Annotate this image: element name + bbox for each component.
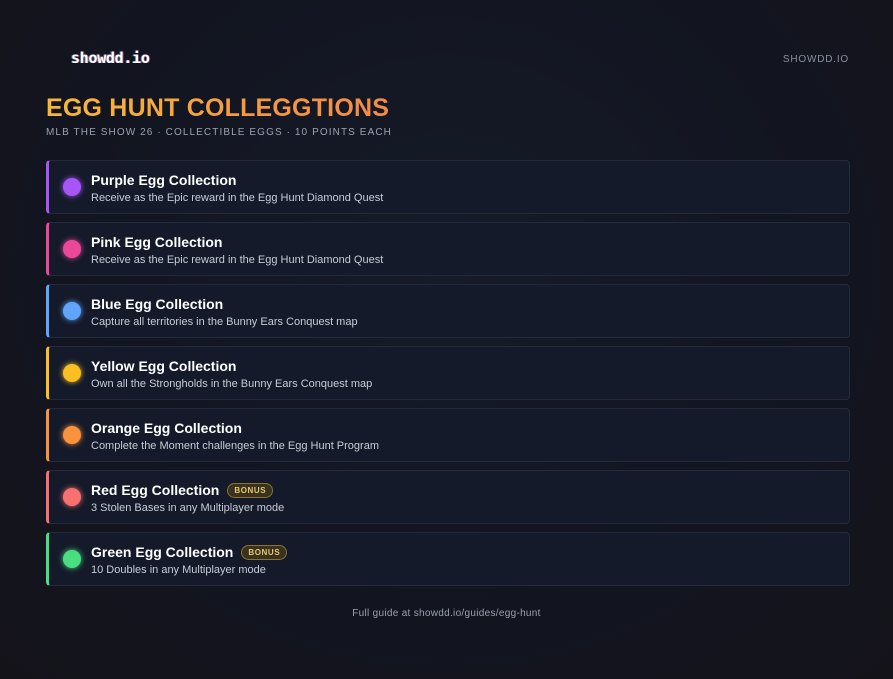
collection-title: Red Egg Collection BONUS xyxy=(91,482,274,498)
collection-card-purple: Purple Egg Collection Receive as the Epi… xyxy=(46,160,850,214)
collection-description: Complete the Moment challenges in the Eg… xyxy=(91,440,379,452)
logo[interactable]: showdd.io xyxy=(71,49,150,67)
collection-title: Yellow Egg Collection xyxy=(91,358,236,374)
collection-description: Capture all territories in the Bunny Ear… xyxy=(91,316,358,328)
collection-description: 10 Doubles in any Multiplayer mode xyxy=(91,564,266,576)
red-egg-icon xyxy=(63,488,81,506)
orange-egg-icon xyxy=(63,426,81,444)
page-title: EGG HUNT COLLEGGTIONS xyxy=(46,94,390,122)
footer-guide-link[interactable]: Full guide at showdd.io/guides/egg-hunt xyxy=(0,608,893,619)
collection-title-text: Red Egg Collection xyxy=(91,482,220,498)
site-label[interactable]: SHOWDD.IO xyxy=(783,54,849,65)
purple-egg-icon xyxy=(63,178,81,196)
collection-card-orange: Orange Egg Collection Complete the Momen… xyxy=(46,408,850,462)
blue-egg-icon xyxy=(63,302,81,320)
collection-description: 3 Stolen Bases in any Multiplayer mode xyxy=(91,502,285,514)
collection-title-text: Purple Egg Collection xyxy=(91,172,237,188)
collection-card-red: Red Egg Collection BONUS 3 Stolen Bases i… xyxy=(46,470,850,524)
green-egg-icon xyxy=(63,550,81,568)
collection-title-text: Blue Egg Collection xyxy=(91,296,224,312)
collection-title: Green Egg Collection BONUS xyxy=(91,544,288,560)
yellow-egg-icon xyxy=(63,364,81,382)
collection-card-pink: Pink Egg Collection Receive as the Epic … xyxy=(46,222,850,276)
collection-title: Pink Egg Collection xyxy=(91,234,222,250)
collection-card-yellow: Yellow Egg Collection Own all the Strong… xyxy=(46,346,850,400)
pink-egg-icon xyxy=(63,240,81,258)
collection-title: Purple Egg Collection xyxy=(91,172,236,188)
header: showdd.io SHOWDD.IO xyxy=(0,0,893,90)
collection-card-green: Green Egg Collection BONUS 10 Doubles in … xyxy=(46,532,850,586)
collection-title-text: Orange Egg Collection xyxy=(91,420,242,436)
collection-title-text: Yellow Egg Collection xyxy=(91,358,237,374)
collection-list: Purple Egg Collection Receive as the Epi… xyxy=(46,160,850,594)
collection-title: Blue Egg Collection xyxy=(91,296,223,312)
collection-title-text: Green Egg Collection xyxy=(91,544,234,560)
bonus-badge: BONUS xyxy=(227,482,274,498)
collection-title-text: Pink Egg Collection xyxy=(91,234,223,250)
collection-description: Receive as the Epic reward in the Egg Hu… xyxy=(91,192,384,204)
collection-card-blue: Blue Egg Collection Capture all territor… xyxy=(46,284,850,338)
collection-title: Orange Egg Collection xyxy=(91,420,242,436)
collection-description: Receive as the Epic reward in the Egg Hu… xyxy=(91,254,384,266)
bonus-badge: BONUS xyxy=(241,544,288,560)
collection-description: Own all the Strongholds in the Bunny Ear… xyxy=(91,378,373,390)
page-subtitle: MLB THE SHOW 26 · COLLECTIBLE EGGS · 10 … xyxy=(46,127,392,138)
